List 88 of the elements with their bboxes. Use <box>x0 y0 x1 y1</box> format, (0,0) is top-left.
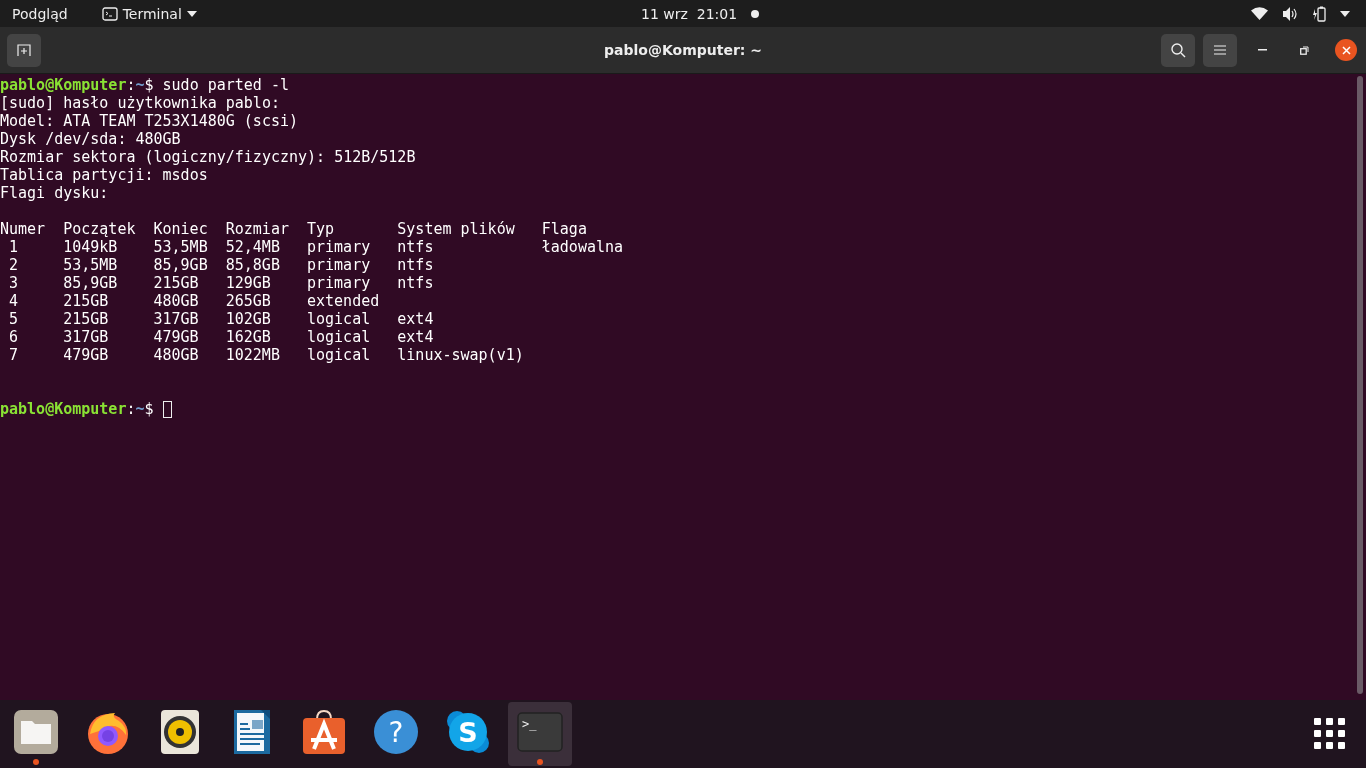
column-header: Koniec <box>153 220 209 238</box>
table-cell-text: 3 <box>8 274 19 292</box>
output-line: Tablica partycji: msdos <box>0 166 209 184</box>
table-cell-text: 6 <box>8 328 19 346</box>
table-cell-text: 7 <box>8 346 19 364</box>
table-cell: 317GB <box>63 328 109 346</box>
table-cell: 480GB <box>153 346 199 364</box>
column-header: Początek <box>63 220 137 238</box>
table-cell: extended <box>307 292 380 310</box>
table-cell: logical <box>307 310 371 328</box>
scrollbar[interactable] <box>1357 76 1363 694</box>
caret-icon[interactable] <box>1340 10 1350 17</box>
table-cell: ładowalna <box>541 238 624 256</box>
table-cell-text: 2 <box>8 256 19 274</box>
shopping-bag-icon <box>301 709 347 755</box>
prompt-line: pablo@Komputer:~$ sudo parted -l <box>0 76 290 94</box>
table-cell: ntfs <box>397 256 434 274</box>
document-icon <box>233 709 271 755</box>
table-cell: 162GB <box>225 328 271 346</box>
search-icon <box>1170 42 1186 58</box>
column-header: Flaga <box>541 220 588 238</box>
table-cell: primary <box>307 256 371 274</box>
app-grid-icon[interactable] <box>1314 718 1346 750</box>
table-cell: 129GB <box>225 274 271 292</box>
table-cell: primary <box>307 274 371 292</box>
table-cell: 1022MB <box>225 346 280 364</box>
table-cell: 215GB <box>153 274 199 292</box>
new-tab-button[interactable] <box>7 33 41 67</box>
prompt-line: pablo@Komputer:~$ <box>0 400 154 418</box>
table-cell: 215GB <box>63 310 109 328</box>
volume-icon[interactable] <box>1282 6 1298 21</box>
table-cell: 102GB <box>225 310 271 328</box>
table-cell: 85,9GB <box>63 274 118 292</box>
table-cell: 85,9GB <box>153 256 208 274</box>
table-cell: 52,4MB <box>225 238 280 256</box>
column-header: System plików <box>397 220 516 238</box>
table-cell: 480GB <box>153 292 199 310</box>
table-cell: 53,5MB <box>63 256 118 274</box>
maximize-icon <box>1299 45 1309 55</box>
wifi-icon[interactable] <box>1251 7 1268 20</box>
search-button[interactable] <box>1161 33 1195 67</box>
column-header: Typ <box>307 220 336 238</box>
table-cell: 479GB <box>63 346 109 364</box>
table-cell: 85,8GB <box>225 256 280 274</box>
table-cell-text: 1 <box>8 238 19 256</box>
table-cell: ntfs <box>397 274 434 292</box>
window-title: pablo@Komputer: ~ <box>604 42 762 58</box>
table-cell-text: 4 <box>8 292 19 310</box>
terminal-icon: >_ <box>517 712 563 752</box>
table-cell: 317GB <box>153 310 199 328</box>
table-cell: ntfs <box>397 238 434 256</box>
help-icon: ? <box>373 709 419 755</box>
output-line: Dysk /dev/sda: 480GB <box>0 130 182 148</box>
table-cell: 1049kB <box>63 238 118 256</box>
table-cell: logical <box>307 328 371 346</box>
table-cell: 53,5MB <box>153 238 208 256</box>
menu-button[interactable] <box>1203 33 1237 67</box>
table-cell: logical <box>307 346 371 364</box>
close-icon <box>1341 45 1351 55</box>
table-cell: 479GB <box>153 328 199 346</box>
text-cursor <box>162 401 172 418</box>
folder-icon <box>13 709 59 755</box>
table-cell: primary <box>307 238 371 256</box>
output-line: Model: ATA TEAM T253X1480G (scsi) <box>0 112 299 130</box>
close-button[interactable] <box>1335 39 1357 61</box>
table-cell: linux-swap(v1) <box>397 346 524 364</box>
table-cell: ext4 <box>397 328 434 346</box>
speaker-icon <box>160 709 200 755</box>
menu-icon <box>1214 45 1226 55</box>
chat-app-icon: S <box>446 710 490 754</box>
column-header: Rozmiar <box>225 220 290 238</box>
app-menu[interactable]: Terminal <box>101 5 197 22</box>
dock-item[interactable]: >_ <box>508 702 572 766</box>
table-cell: 265GB <box>225 292 271 310</box>
table-cell-text: 5 <box>8 310 19 328</box>
minimize-icon <box>1257 49 1267 51</box>
output-line: [sudo] hasło użytkownika pablo: <box>0 94 281 112</box>
column-header: Numer <box>0 220 47 238</box>
battery-icon[interactable] <box>1312 5 1326 22</box>
caret-icon <box>186 10 197 17</box>
table-cell: 215GB <box>63 292 109 310</box>
table-cell: ext4 <box>397 310 434 328</box>
output-line: Rozmiar sektora (logiczny/fizyczny): 512B/512B <box>0 148 417 166</box>
terminal-icon <box>101 6 118 21</box>
new-tab-icon <box>17 44 31 56</box>
activities-button[interactable]: Podgląd <box>12 5 68 22</box>
output-line: Flagi dysku: <box>0 184 110 202</box>
clock[interactable]: 11 wrz 21:01 <box>641 5 738 22</box>
